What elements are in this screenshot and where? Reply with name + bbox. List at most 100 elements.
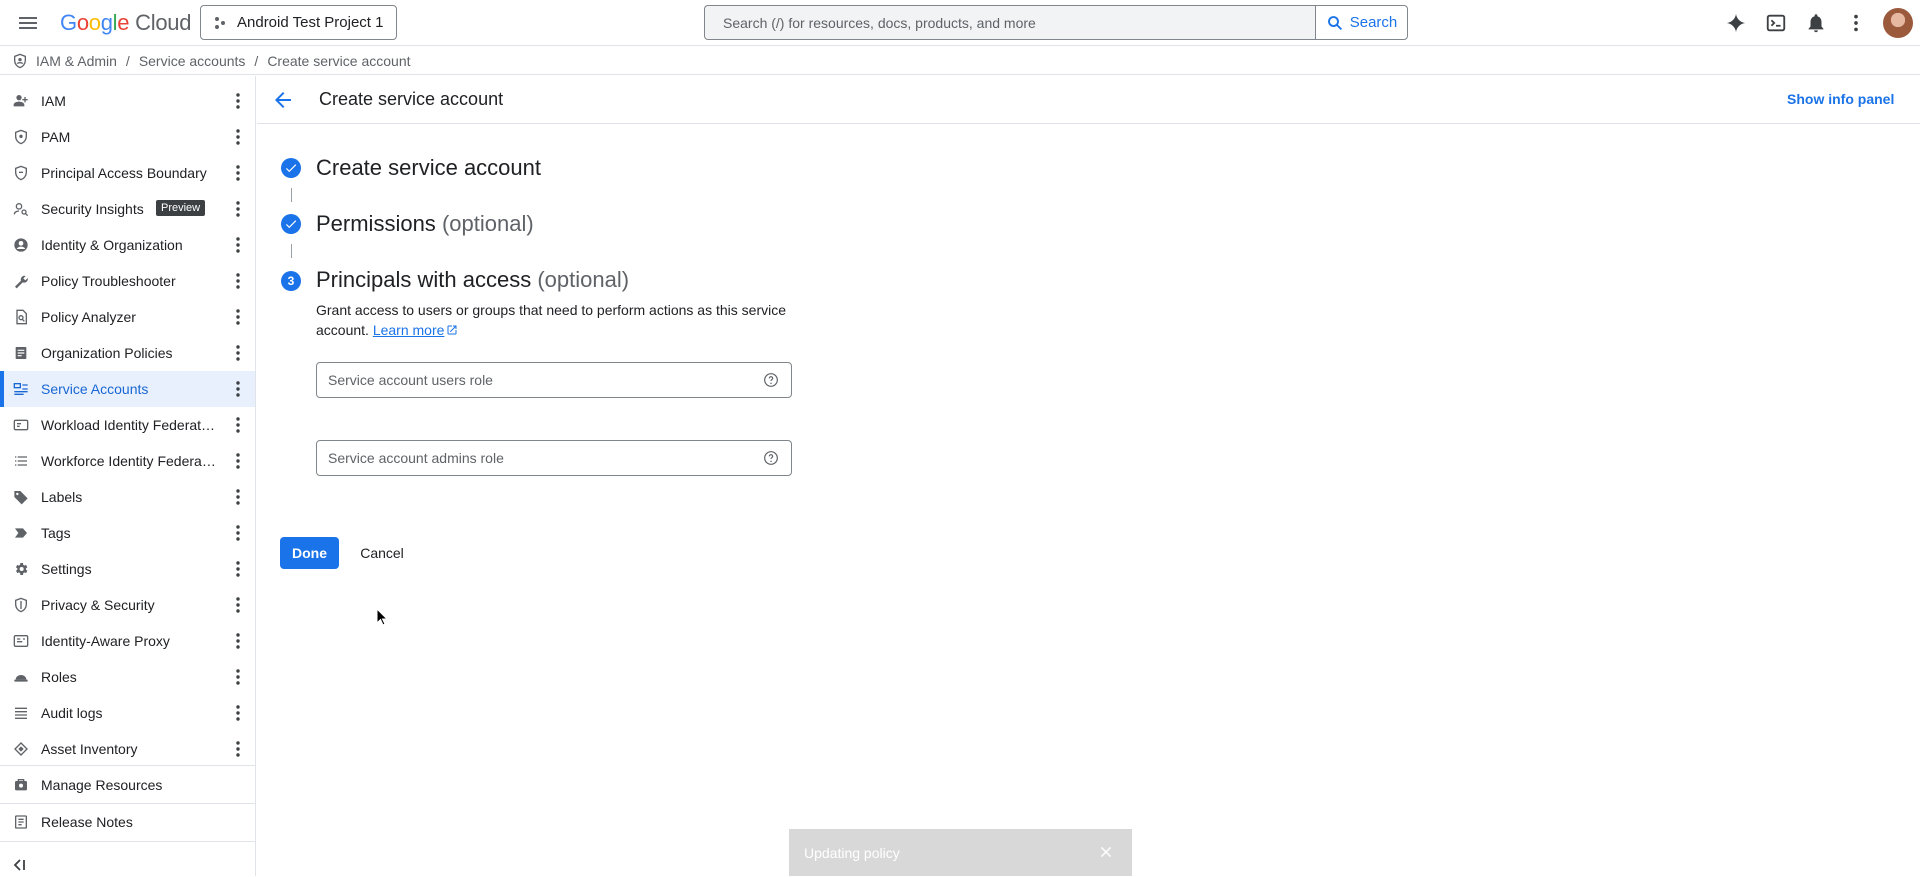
sidebar-item-label: IAM: [41, 93, 66, 109]
account-avatar[interactable]: [1883, 8, 1913, 38]
item-more-options-icon[interactable]: [228, 377, 248, 401]
users-role-field[interactable]: [316, 362, 792, 398]
sidebar-item-label: Workload Identity Federation: [41, 417, 216, 433]
show-info-panel-link[interactable]: Show info panel: [1787, 91, 1894, 107]
sidebar-item-label: Privacy & Security: [41, 597, 155, 613]
shield-icon: [12, 128, 30, 146]
sidebar-item-iam[interactable]: IAM: [0, 83, 255, 119]
sidebar-item-workforce-identity-federation[interactable]: Workforce Identity Federation: [0, 443, 255, 479]
sidebar-item-policy-troubleshooter[interactable]: Policy Troubleshooter: [0, 263, 255, 299]
sidebar-item-label: Manage Resources: [41, 777, 163, 793]
sidebar-item-labels[interactable]: Labels: [0, 479, 255, 515]
mouse-cursor-icon: [376, 607, 389, 626]
sidebar-item-label: Settings: [41, 561, 92, 577]
done-button[interactable]: Done: [280, 537, 339, 569]
account-circle-icon: [12, 236, 30, 254]
item-more-options-icon[interactable]: [228, 233, 248, 257]
iam-shield-icon: [14, 53, 26, 68]
breadcrumb-separator: /: [254, 52, 259, 69]
sidebar-item-label: Service Accounts: [41, 381, 149, 397]
sidebar-item-policy-analyzer[interactable]: Policy Analyzer: [0, 299, 255, 335]
sidebar-item-manage-resources[interactable]: Manage Resources: [0, 767, 255, 803]
item-more-options-icon[interactable]: [228, 593, 248, 617]
gemini-sparkle-icon[interactable]: [1724, 11, 1748, 35]
item-more-options-icon[interactable]: [228, 557, 248, 581]
page-title: Create service account: [319, 89, 504, 109]
item-more-options-icon[interactable]: [228, 701, 248, 725]
sidebar-item-privacy-security[interactable]: Privacy & Security: [0, 587, 255, 623]
learn-more-link[interactable]: Learn more: [373, 322, 445, 338]
more-options-icon[interactable]: [1844, 11, 1868, 35]
admins-role-input[interactable]: [317, 441, 737, 475]
audit-list-icon: [12, 704, 30, 722]
close-icon[interactable]: [1098, 844, 1114, 860]
item-more-options-icon[interactable]: [228, 737, 248, 761]
page-header: Create service account Show info panel: [257, 76, 1920, 124]
sidebar-item-label: Identity & Organization: [41, 237, 183, 253]
project-picker-button[interactable]: Android Test Project 1: [200, 5, 397, 40]
sidebar-item-pam[interactable]: PAM: [0, 119, 255, 155]
step-1-check-icon: [281, 158, 301, 178]
users-role-input[interactable]: [317, 363, 737, 397]
sidebar-item-label: Tags: [41, 525, 71, 541]
gear-icon: [12, 560, 30, 578]
item-more-options-icon[interactable]: [228, 629, 248, 653]
google-cloud-logo[interactable]: Google Cloud: [60, 10, 191, 36]
breadcrumb-iam-admin[interactable]: IAM & Admin: [36, 53, 117, 69]
back-arrow-icon[interactable]: [271, 88, 295, 112]
item-more-options-icon[interactable]: [228, 161, 248, 185]
main-menu-icon[interactable]: [16, 11, 40, 35]
step-1-title[interactable]: Create service account: [316, 155, 541, 181]
help-icon[interactable]: [763, 450, 779, 466]
search-button[interactable]: Search: [1315, 5, 1408, 40]
help-icon[interactable]: [763, 372, 779, 388]
sidebar-item-asset-inventory[interactable]: Asset Inventory: [0, 731, 255, 767]
sidebar-item-roles[interactable]: Roles: [0, 659, 255, 695]
admins-role-field[interactable]: [316, 440, 792, 476]
notifications-bell-icon[interactable]: [1804, 11, 1828, 35]
sidebar-item-principal-access-boundary[interactable]: Principal Access Boundary: [0, 155, 255, 191]
label-icon: [12, 488, 30, 506]
search-input[interactable]: [705, 6, 1316, 39]
step-2-optional-label: (optional): [441, 211, 534, 236]
item-more-options-icon[interactable]: [228, 485, 248, 509]
step-3-title-text: Principals with access: [316, 267, 532, 292]
step-3-description: Grant access to users or groups that nee…: [316, 300, 806, 340]
sidebar-item-label: Identity-Aware Proxy: [41, 633, 170, 649]
item-more-options-icon[interactable]: [228, 665, 248, 689]
sidebar-divider: [0, 765, 255, 766]
sidebar-item-release-notes[interactable]: Release Notes: [0, 804, 255, 840]
item-more-options-icon[interactable]: [228, 521, 248, 545]
sidebar-item-identity-aware-proxy[interactable]: Identity-Aware Proxy: [0, 623, 255, 659]
search-box[interactable]: [704, 5, 1316, 40]
breadcrumb-service-accounts[interactable]: Service accounts: [139, 53, 246, 69]
item-more-options-icon[interactable]: [228, 413, 248, 437]
sidebar-item-organization-policies[interactable]: Organization Policies: [0, 335, 255, 371]
collapse-sidebar-icon[interactable]: [12, 858, 30, 874]
sidebar-item-tags[interactable]: Tags: [0, 515, 255, 551]
sidebar-item-settings[interactable]: Settings: [0, 551, 255, 587]
sidebar-item-label: Principal Access Boundary: [41, 165, 207, 181]
sidebar-item-identity-organization[interactable]: Identity & Organization: [0, 227, 255, 263]
item-more-options-icon[interactable]: [228, 305, 248, 329]
item-more-options-icon[interactable]: [228, 269, 248, 293]
item-more-options-icon[interactable]: [228, 341, 248, 365]
sidebar-item-service-accounts[interactable]: Service Accounts: [0, 371, 255, 407]
item-more-options-icon[interactable]: [228, 125, 248, 149]
sidebar-item-label: Release Notes: [41, 814, 133, 830]
search-icon: [1327, 15, 1342, 30]
item-more-options-icon[interactable]: [228, 449, 248, 473]
project-dots-icon: [215, 16, 225, 29]
cancel-button[interactable]: Cancel: [350, 537, 414, 569]
logo-cloud-text: Cloud: [135, 10, 192, 35]
cloud-shell-terminal-icon[interactable]: [1764, 11, 1788, 35]
item-more-options-icon[interactable]: [228, 89, 248, 113]
sidebar-item-audit-logs[interactable]: Audit logs: [0, 695, 255, 731]
sidebar-item-security-insights[interactable]: Security Insights Preview: [0, 191, 255, 227]
sidebar-item-workload-identity-federation[interactable]: Workload Identity Federation: [0, 407, 255, 443]
step-3-number: 3: [281, 271, 301, 291]
id-card-icon: [12, 416, 30, 434]
step-2-title[interactable]: Permissions (optional): [316, 211, 534, 237]
breadcrumb-create-service-account: Create service account: [267, 52, 411, 69]
item-more-options-icon[interactable]: [228, 197, 248, 221]
